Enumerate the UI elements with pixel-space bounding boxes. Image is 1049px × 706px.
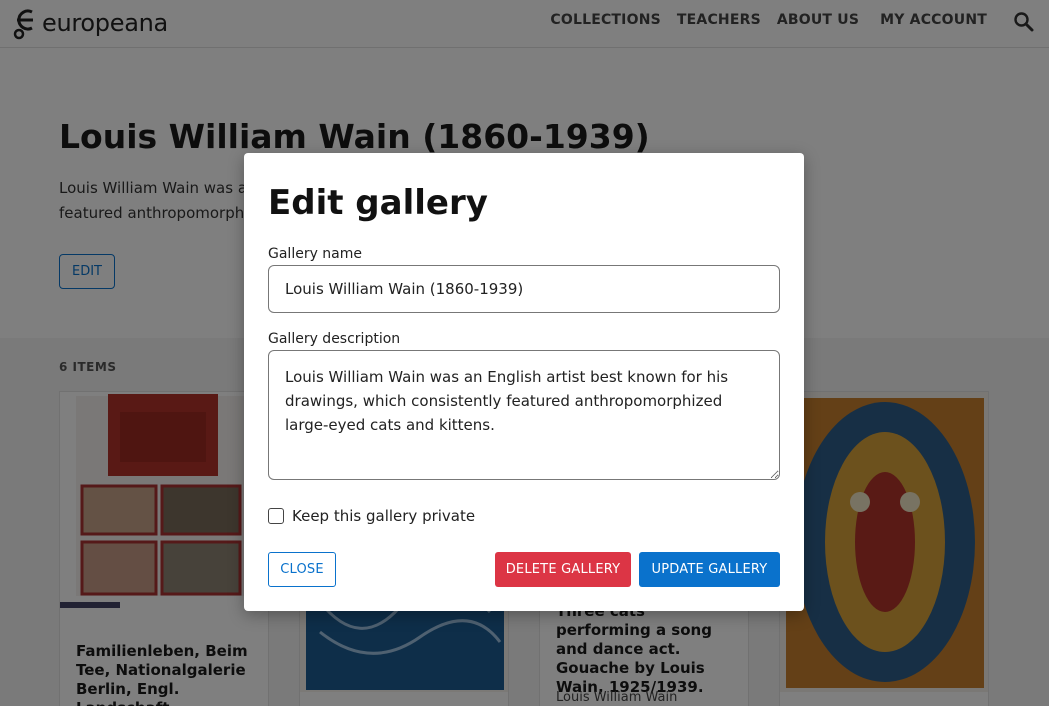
gallery-name-input[interactable] bbox=[268, 265, 780, 313]
edit-gallery-modal: Edit gallery Gallery name Gallery descri… bbox=[244, 153, 804, 611]
private-option[interactable]: Keep this gallery private bbox=[268, 507, 475, 525]
private-checkbox-label[interactable]: Keep this gallery private bbox=[292, 507, 475, 525]
gallery-description-textarea[interactable]: Louis William Wain was an English artist… bbox=[268, 350, 780, 480]
gallery-name-label: Gallery name bbox=[268, 246, 363, 262]
gallery-description-label: Gallery description bbox=[268, 331, 401, 347]
delete-gallery-button[interactable]: DELETE GALLERY bbox=[495, 552, 631, 587]
private-checkbox[interactable] bbox=[268, 508, 284, 524]
close-button[interactable]: CLOSE bbox=[268, 552, 336, 587]
update-gallery-button[interactable]: UPDATE GALLERY bbox=[639, 552, 780, 587]
modal-title: Edit gallery bbox=[268, 183, 488, 223]
